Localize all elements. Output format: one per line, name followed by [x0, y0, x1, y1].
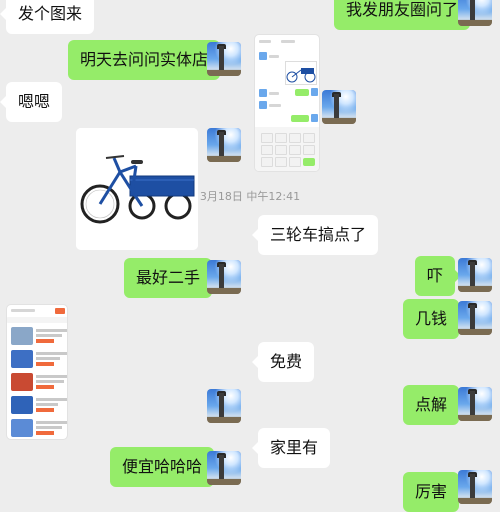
- shop-screenshot-image[interactable]: [6, 304, 68, 440]
- message-bubble[interactable]: 几钱: [403, 299, 466, 339]
- message-bubble[interactable]: 三轮车搞点了: [251, 215, 379, 255]
- message-text: 免费: [270, 352, 303, 371]
- message-text: 几钱: [415, 309, 448, 328]
- message-bubble[interactable]: 家里有: [251, 428, 331, 468]
- avatar[interactable]: [458, 301, 492, 335]
- message-text: 吓: [427, 266, 444, 285]
- message-text: 家里有: [270, 438, 319, 457]
- avatar[interactable]: [207, 389, 241, 423]
- chat-screenshot-image[interactable]: [254, 34, 320, 172]
- message-text: 三轮车搞点了: [270, 225, 367, 244]
- message-bubble[interactable]: 便宜哈哈哈: [110, 447, 221, 487]
- message-text: 嗯嗯: [18, 92, 51, 111]
- message-text: 我发朋友圈问了: [346, 0, 459, 19]
- message-text: 发个图来: [18, 4, 83, 23]
- avatar[interactable]: [322, 90, 356, 124]
- message-bubble[interactable]: 我发朋友圈问了: [334, 0, 477, 30]
- message-bubble[interactable]: 明天去问问实体店: [68, 40, 227, 80]
- message-text: 明天去问问实体店: [80, 50, 209, 69]
- avatar[interactable]: [458, 470, 492, 504]
- message-bubble[interactable]: 嗯嗯: [0, 82, 63, 122]
- avatar[interactable]: [458, 258, 492, 292]
- message-text: 厉害: [415, 482, 448, 501]
- avatar[interactable]: [207, 451, 241, 485]
- message-timestamp: 3月18日 中午12:41: [199, 190, 301, 203]
- tricycle-thumb: [285, 61, 317, 85]
- message-bubble[interactable]: 免费: [251, 342, 315, 382]
- avatar[interactable]: [458, 387, 492, 421]
- avatar[interactable]: [207, 42, 241, 76]
- message-text: 便宜哈哈哈: [122, 457, 203, 476]
- message-text: 最好二手: [136, 268, 201, 287]
- avatar[interactable]: [207, 128, 241, 162]
- message-bubble[interactable]: 最好二手: [124, 258, 219, 298]
- message-bubble[interactable]: 厉害: [403, 472, 466, 512]
- avatar[interactable]: [207, 260, 241, 294]
- message-bubble[interactable]: 吓: [415, 256, 462, 296]
- message-bubble[interactable]: 发个图来: [0, 0, 95, 34]
- avatar[interactable]: [458, 0, 492, 26]
- message-bubble[interactable]: 点解: [403, 385, 466, 425]
- message-text: 点解: [415, 395, 448, 414]
